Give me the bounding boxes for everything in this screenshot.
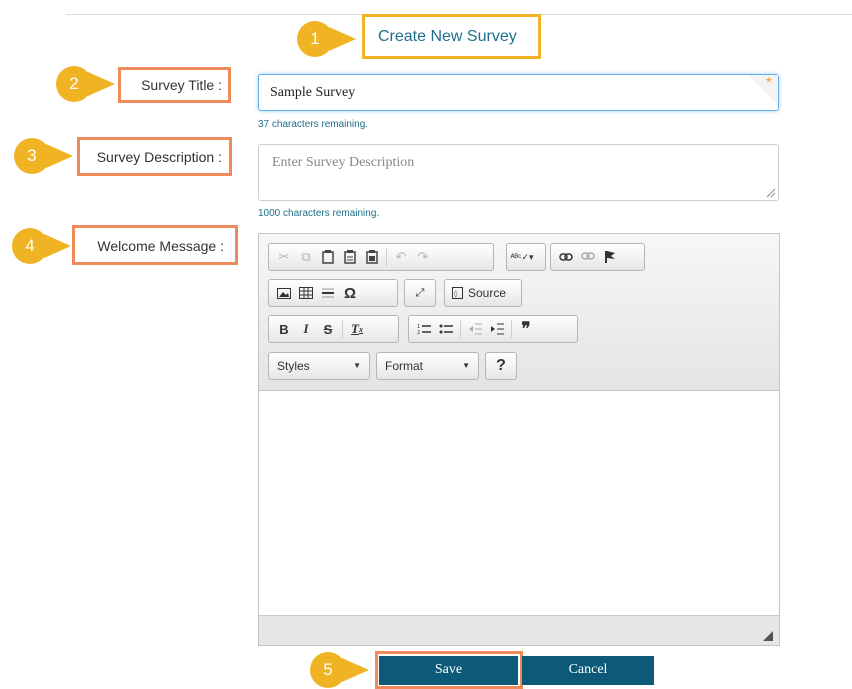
callout-number: 2 xyxy=(69,74,79,93)
separator xyxy=(511,320,512,338)
cut-icon[interactable]: ✂ xyxy=(273,246,295,268)
source-group: ◊ Source xyxy=(444,279,522,307)
bulleted-list-icon[interactable] xyxy=(435,318,457,340)
resize-handle-icon[interactable] xyxy=(766,188,776,198)
separator xyxy=(386,248,387,266)
styles-dropdown[interactable]: Styles ▼ xyxy=(268,352,370,380)
callout-number: 4 xyxy=(25,236,35,255)
strike-icon[interactable]: S xyxy=(317,318,339,340)
image-icon[interactable] xyxy=(273,282,295,304)
link-group xyxy=(550,243,645,271)
survey-title-label: Survey Title : xyxy=(141,77,222,93)
callout-3: 3 xyxy=(13,137,75,175)
required-corner-icon xyxy=(748,75,778,105)
survey-title-value: Sample Survey xyxy=(270,85,356,100)
clipboard-group: ✂ ⧉ ↶ ↷ xyxy=(268,243,494,271)
blockquote-icon[interactable]: ❞ xyxy=(515,318,537,340)
callout-number: 1 xyxy=(310,29,320,48)
survey-title-input[interactable]: Sample Survey * xyxy=(258,74,779,111)
survey-title-label-box: Survey Title : xyxy=(118,67,231,103)
callout-4: 4 xyxy=(11,227,73,265)
callout-number: 5 xyxy=(323,660,333,679)
svg-text:◊: ◊ xyxy=(454,290,458,298)
required-marker: * xyxy=(765,75,772,92)
welcome-message-editor: ✂ ⧉ ↶ ↷ ᴬᴮᶜ✓▾ Ω ⤢ ◊ Source B I S T x 1 2… xyxy=(258,233,780,646)
paragraph-group: 12 ❞ xyxy=(408,315,578,343)
format-dropdown-label: Format xyxy=(385,359,424,373)
cancel-button[interactable]: Cancel xyxy=(522,656,654,685)
save-button[interactable]: Save xyxy=(379,656,518,685)
link-icon[interactable] xyxy=(555,246,577,268)
spellcheck-group: ᴬᴮᶜ✓▾ xyxy=(506,243,546,271)
undo-icon[interactable]: ↶ xyxy=(390,246,412,268)
redo-icon[interactable]: ↷ xyxy=(412,246,434,268)
unlink-icon[interactable] xyxy=(577,246,599,268)
chevron-down-icon: ▼ xyxy=(353,361,361,370)
svg-text:2: 2 xyxy=(417,330,420,335)
styles-dropdown-label: Styles xyxy=(277,359,310,373)
separator xyxy=(342,320,343,338)
bold-icon[interactable]: B xyxy=(273,318,295,340)
paste-text-icon[interactable] xyxy=(339,246,361,268)
callout-number: 3 xyxy=(27,146,37,165)
basic-styles-group: B I S Tx xyxy=(268,315,399,343)
editor-toolbar: ✂ ⧉ ↶ ↷ ᴬᴮᶜ✓▾ Ω ⤢ ◊ Source B I S T x 1 2… xyxy=(259,234,779,391)
separator xyxy=(460,320,461,338)
special-char-icon[interactable]: Ω xyxy=(339,282,361,304)
italic-icon[interactable]: I xyxy=(295,318,317,340)
paste-word-icon[interactable] xyxy=(361,246,383,268)
survey-description-label-box: Survey Description : xyxy=(77,137,232,176)
format-dropdown[interactable]: Format ▼ xyxy=(376,352,479,380)
callout-5: 5 xyxy=(309,651,371,689)
survey-description-placeholder: Enter Survey Description xyxy=(272,155,415,170)
help-button[interactable]: ? xyxy=(485,352,517,380)
editor-statusbar xyxy=(259,615,779,645)
survey-description-hint: 1000 characters remaining. xyxy=(258,208,380,219)
callout-2: 2 xyxy=(55,65,117,103)
survey-description-input[interactable]: Enter Survey Description xyxy=(258,144,779,201)
numbered-list-icon[interactable]: 12 xyxy=(413,318,435,340)
anchor-icon[interactable] xyxy=(599,246,621,268)
maximize-group: ⤢ xyxy=(404,279,436,307)
remove-format-icon[interactable]: Tx xyxy=(346,318,368,340)
outdent-icon[interactable] xyxy=(464,318,486,340)
welcome-message-label: Welcome Message : xyxy=(97,238,224,254)
page-title: Create New Survey xyxy=(378,28,517,45)
resize-handle-icon[interactable] xyxy=(763,631,773,641)
table-icon[interactable] xyxy=(295,282,317,304)
copy-icon[interactable]: ⧉ xyxy=(295,246,317,268)
callout-1: 1 xyxy=(296,20,358,58)
welcome-message-label-box: Welcome Message : xyxy=(72,225,238,265)
paste-icon[interactable] xyxy=(317,246,339,268)
chevron-down-icon: ▼ xyxy=(462,361,470,370)
survey-description-label: Survey Description : xyxy=(96,149,222,165)
source-icon[interactable]: ◊ xyxy=(449,282,465,304)
source-button-label[interactable]: Source xyxy=(468,286,506,300)
maximize-icon[interactable]: ⤢ xyxy=(409,282,431,304)
survey-title-hint: 37 characters remaining. xyxy=(258,119,369,130)
title-highlight: Create New Survey xyxy=(362,14,541,59)
spellcheck-icon[interactable]: ᴬᴮᶜ✓▾ xyxy=(510,246,533,268)
horizontal-line-icon[interactable] xyxy=(317,282,339,304)
editor-content-area[interactable] xyxy=(259,391,779,615)
insert-group: Ω xyxy=(268,279,398,307)
indent-icon[interactable] xyxy=(486,318,508,340)
